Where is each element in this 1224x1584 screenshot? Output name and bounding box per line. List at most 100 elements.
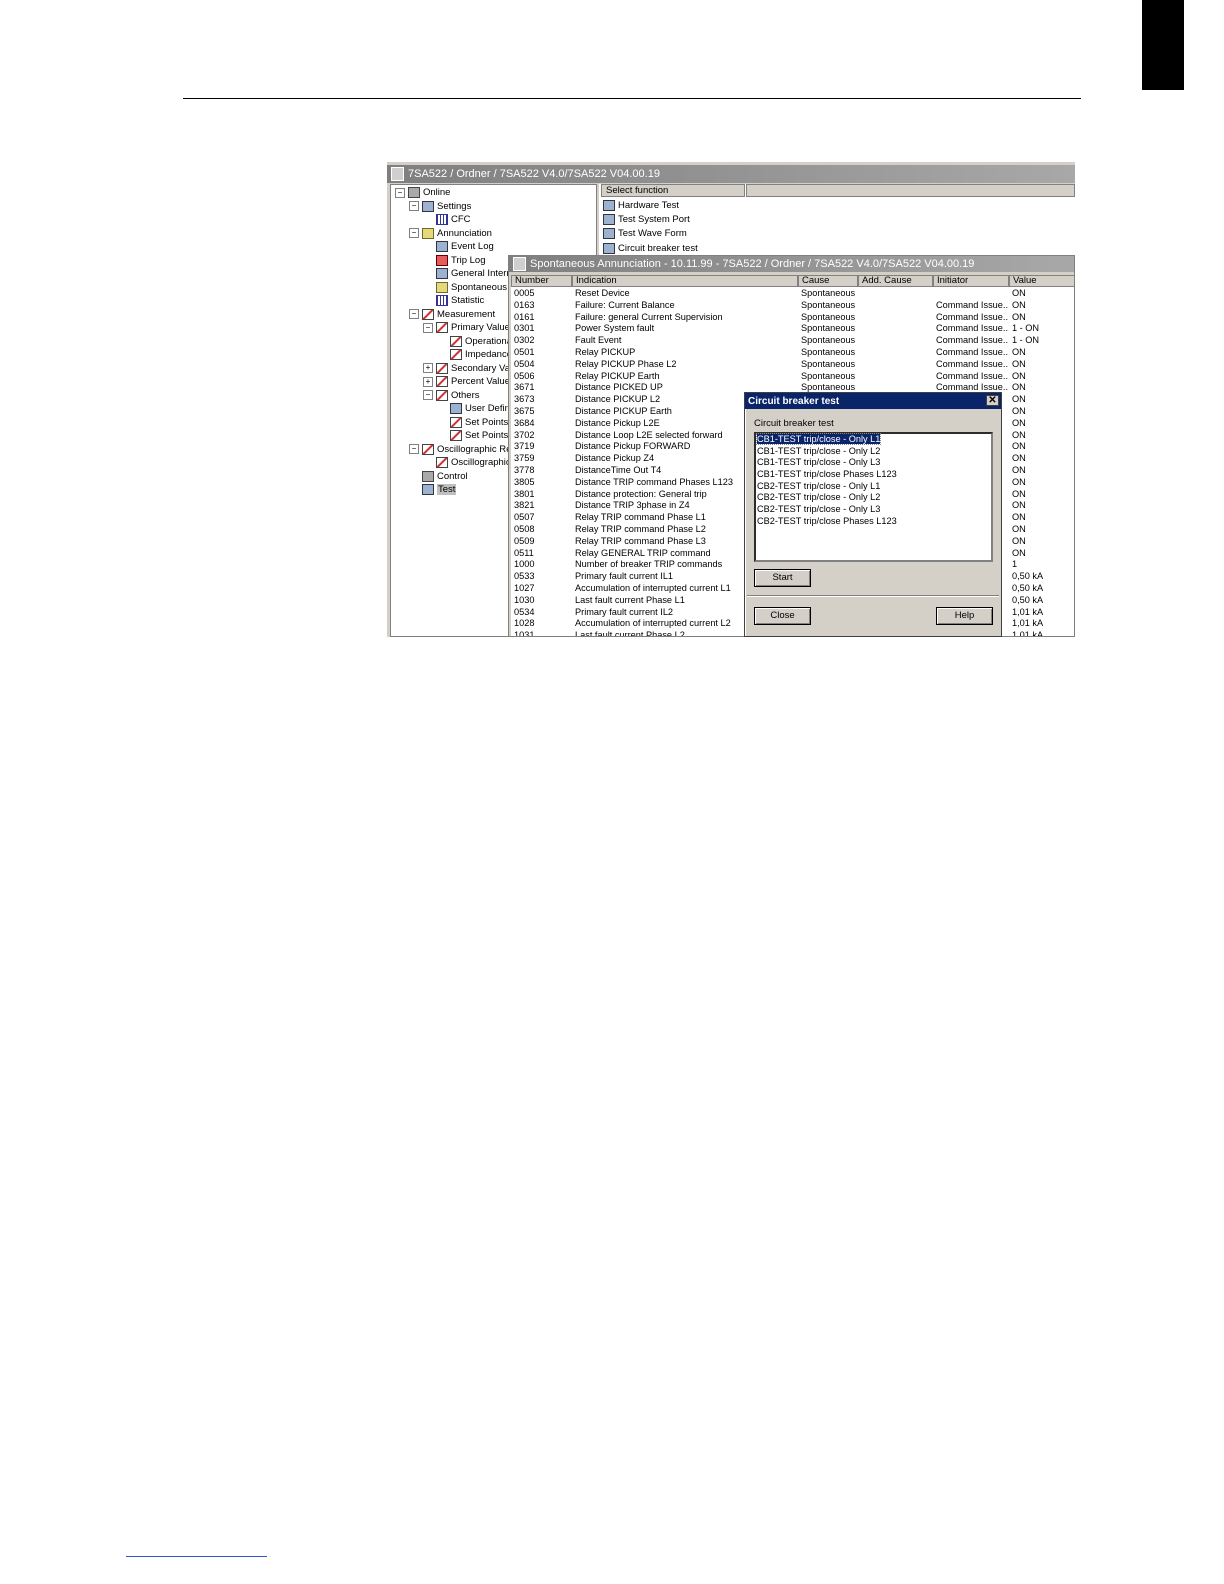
table-row[interactable]: 0163 Failure: Current Balance Spontaneous C… bbox=[511, 299, 1074, 312]
tree-item[interactable]: Operational bbox=[437, 335, 514, 348]
function-item[interactable]: Test Wave Form bbox=[603, 227, 687, 240]
test-list-item[interactable]: CB2-TEST trip/close - Only L2 bbox=[756, 492, 991, 504]
tree-item[interactable]: Test bbox=[409, 483, 457, 496]
table-cell: Command Issue... bbox=[936, 358, 1008, 369]
dialog-title: Circuit breaker test bbox=[748, 395, 840, 407]
tree-item-label: Set Points bbox=[465, 416, 509, 428]
tree-item[interactable]: Set Points bbox=[437, 429, 508, 442]
function-header-filler bbox=[746, 184, 1075, 197]
dialog-close-icon[interactable]: ✕ bbox=[986, 395, 999, 406]
tree-item[interactable]: − Primary Values bbox=[423, 321, 515, 334]
collapse-icon[interactable]: − bbox=[409, 444, 419, 454]
tree-item-label: Event Log bbox=[451, 241, 494, 252]
column-header[interactable]: Value bbox=[1009, 275, 1074, 287]
tree-item[interactable]: Event Log bbox=[423, 240, 494, 253]
table-cell: Command Issue... bbox=[936, 335, 1008, 346]
table-cell: Command Issue... bbox=[936, 323, 1008, 334]
test-list-item[interactable]: CB1-TEST trip/close Phases L123 bbox=[756, 469, 991, 481]
tree-item[interactable]: − Measurement bbox=[409, 308, 495, 321]
table-cell: 0,50 kA bbox=[1012, 594, 1044, 605]
expand-icon[interactable]: + bbox=[423, 363, 433, 373]
test-list-item[interactable]: CB1-TEST trip/close - Only L3 bbox=[756, 457, 991, 469]
test-list-item[interactable]: CB2-TEST trip/close Phases L123 bbox=[756, 516, 991, 528]
tree-item[interactable]: Impedance bbox=[437, 348, 512, 361]
test-list-item[interactable]: CB2-TEST trip/close - Only L3 bbox=[756, 504, 991, 516]
collapse-icon[interactable]: − bbox=[409, 309, 419, 319]
tree-item[interactable]: − Settings bbox=[409, 200, 471, 213]
function-item[interactable]: Test System Port bbox=[603, 213, 690, 226]
table-cell: 3778 bbox=[514, 465, 535, 475]
table-cell: ON bbox=[1012, 441, 1026, 452]
table-cell: 0533 bbox=[514, 571, 535, 582]
test-list-item-label: CB2-TEST trip/close Phases L123 bbox=[757, 515, 897, 526]
table-cell: Spontaneous bbox=[801, 370, 856, 381]
column-header[interactable]: Number bbox=[511, 275, 572, 287]
table-cell: Spontaneous bbox=[801, 299, 856, 310]
tree-item[interactable]: − Online bbox=[395, 186, 450, 199]
main-window-title: 7SA522 / Ordner / 7SA522 V4.0/7SA522 V04… bbox=[408, 168, 660, 180]
table-row[interactable]: 0302 Fault Event Spontaneous Command Issue.… bbox=[511, 335, 1074, 347]
tree-item[interactable]: CFC bbox=[423, 213, 471, 226]
tree-item-label: Measurement bbox=[437, 308, 496, 320]
table-row[interactable]: 0504 Relay PICKUP Phase L2 Spontaneous Comm… bbox=[511, 358, 1074, 371]
tree-node-icon bbox=[450, 349, 462, 360]
collapse-icon[interactable]: − bbox=[423, 322, 433, 333]
table-cell: Failure: general Current Supervision bbox=[575, 311, 723, 322]
function-item[interactable]: Circuit breaker test bbox=[603, 242, 698, 255]
tree-node-icon bbox=[436, 362, 448, 374]
start-button[interactable]: Start bbox=[754, 569, 811, 587]
app-icon bbox=[391, 167, 404, 181]
spontaneous-title: Spontaneous Annunciation - 10.11.99 - 7S… bbox=[530, 258, 975, 270]
tree-node-icon bbox=[436, 376, 448, 387]
tree-item[interactable]: + Percent Values bbox=[423, 375, 515, 388]
table-cell: 1028 bbox=[514, 618, 535, 629]
table-cell: 1031 bbox=[514, 630, 535, 637]
tree-item-label: Others bbox=[451, 389, 480, 401]
function-item[interactable]: Hardware Test bbox=[603, 199, 679, 212]
table-cell: ON bbox=[1012, 429, 1026, 440]
table-row[interactable]: 0501 Relay PICKUP Spontaneous Command Issue… bbox=[511, 347, 1074, 359]
tree-item[interactable]: − Annunciation bbox=[409, 227, 492, 240]
table-cell: Failure: Current Balance bbox=[575, 299, 675, 310]
collapse-icon[interactable]: − bbox=[409, 228, 419, 238]
table-row[interactable]: 0005 Reset Device Spontaneous ON bbox=[511, 288, 1074, 300]
tree-node-icon bbox=[422, 470, 434, 482]
collapse-icon[interactable]: − bbox=[395, 187, 405, 198]
tree-item[interactable]: Trip Log bbox=[423, 254, 486, 267]
expand-icon[interactable]: + bbox=[423, 376, 433, 387]
tree-item[interactable]: − Others bbox=[423, 389, 480, 402]
test-listbox[interactable]: CB1-TEST trip/close - Only L1 CB1-TEST tr… bbox=[754, 432, 993, 562]
table-row[interactable]: 0506 Relay PICKUP Earth Spontaneous Command… bbox=[511, 370, 1074, 383]
tree-item[interactable]: Set Points bbox=[437, 416, 508, 429]
test-list-item-label: CB1-TEST trip/close - Only L3 bbox=[757, 457, 881, 468]
dialog-titlebar: Circuit breaker test ✕ bbox=[745, 393, 1001, 409]
test-list-item[interactable]: CB1-TEST trip/close - Only L1 bbox=[755, 433, 991, 446]
column-header[interactable]: Add. Cause bbox=[858, 275, 933, 287]
test-list-item[interactable]: CB2-TEST trip/close - Only L1 bbox=[756, 481, 991, 493]
table-row[interactable]: 0301 Power System fault Spontaneous Command… bbox=[511, 323, 1074, 335]
help-button[interactable]: Help bbox=[936, 607, 993, 625]
table-cell: Relay PICKUP bbox=[575, 347, 636, 357]
function-column-header[interactable]: Select function bbox=[601, 184, 745, 197]
close-button[interactable]: Close bbox=[754, 607, 811, 625]
footer-link-rule bbox=[126, 1556, 267, 1557]
tree-item[interactable]: Statistic bbox=[423, 294, 484, 307]
collapse-icon[interactable]: − bbox=[423, 390, 433, 400]
table-cell: 0005 bbox=[514, 288, 535, 298]
table-cell: Relay PICKUP Phase L2 bbox=[575, 358, 677, 369]
table-row[interactable]: 0161 Failure: general Current Supervision… bbox=[511, 311, 1074, 324]
table-cell: ON bbox=[1012, 347, 1026, 357]
collapse-icon[interactable]: − bbox=[409, 201, 419, 211]
table-cell: ON bbox=[1012, 382, 1026, 393]
test-list-item-label: CB1-TEST trip/close Phases L123 bbox=[757, 469, 897, 480]
column-header[interactable]: Indication bbox=[572, 275, 798, 287]
tree-item[interactable]: Control bbox=[409, 470, 468, 483]
tree-node-icon bbox=[450, 430, 462, 441]
column-header[interactable]: Cause bbox=[798, 275, 858, 287]
table-cell: 3671 bbox=[514, 382, 535, 393]
tree-item-label: Online bbox=[423, 187, 451, 198]
test-list-item[interactable]: CB1-TEST trip/close - Only L2 bbox=[756, 446, 991, 458]
table-cell: ON bbox=[1012, 476, 1026, 487]
table-cell: 1,01 kA bbox=[1012, 618, 1044, 629]
column-header[interactable]: Initiator bbox=[933, 275, 1009, 287]
